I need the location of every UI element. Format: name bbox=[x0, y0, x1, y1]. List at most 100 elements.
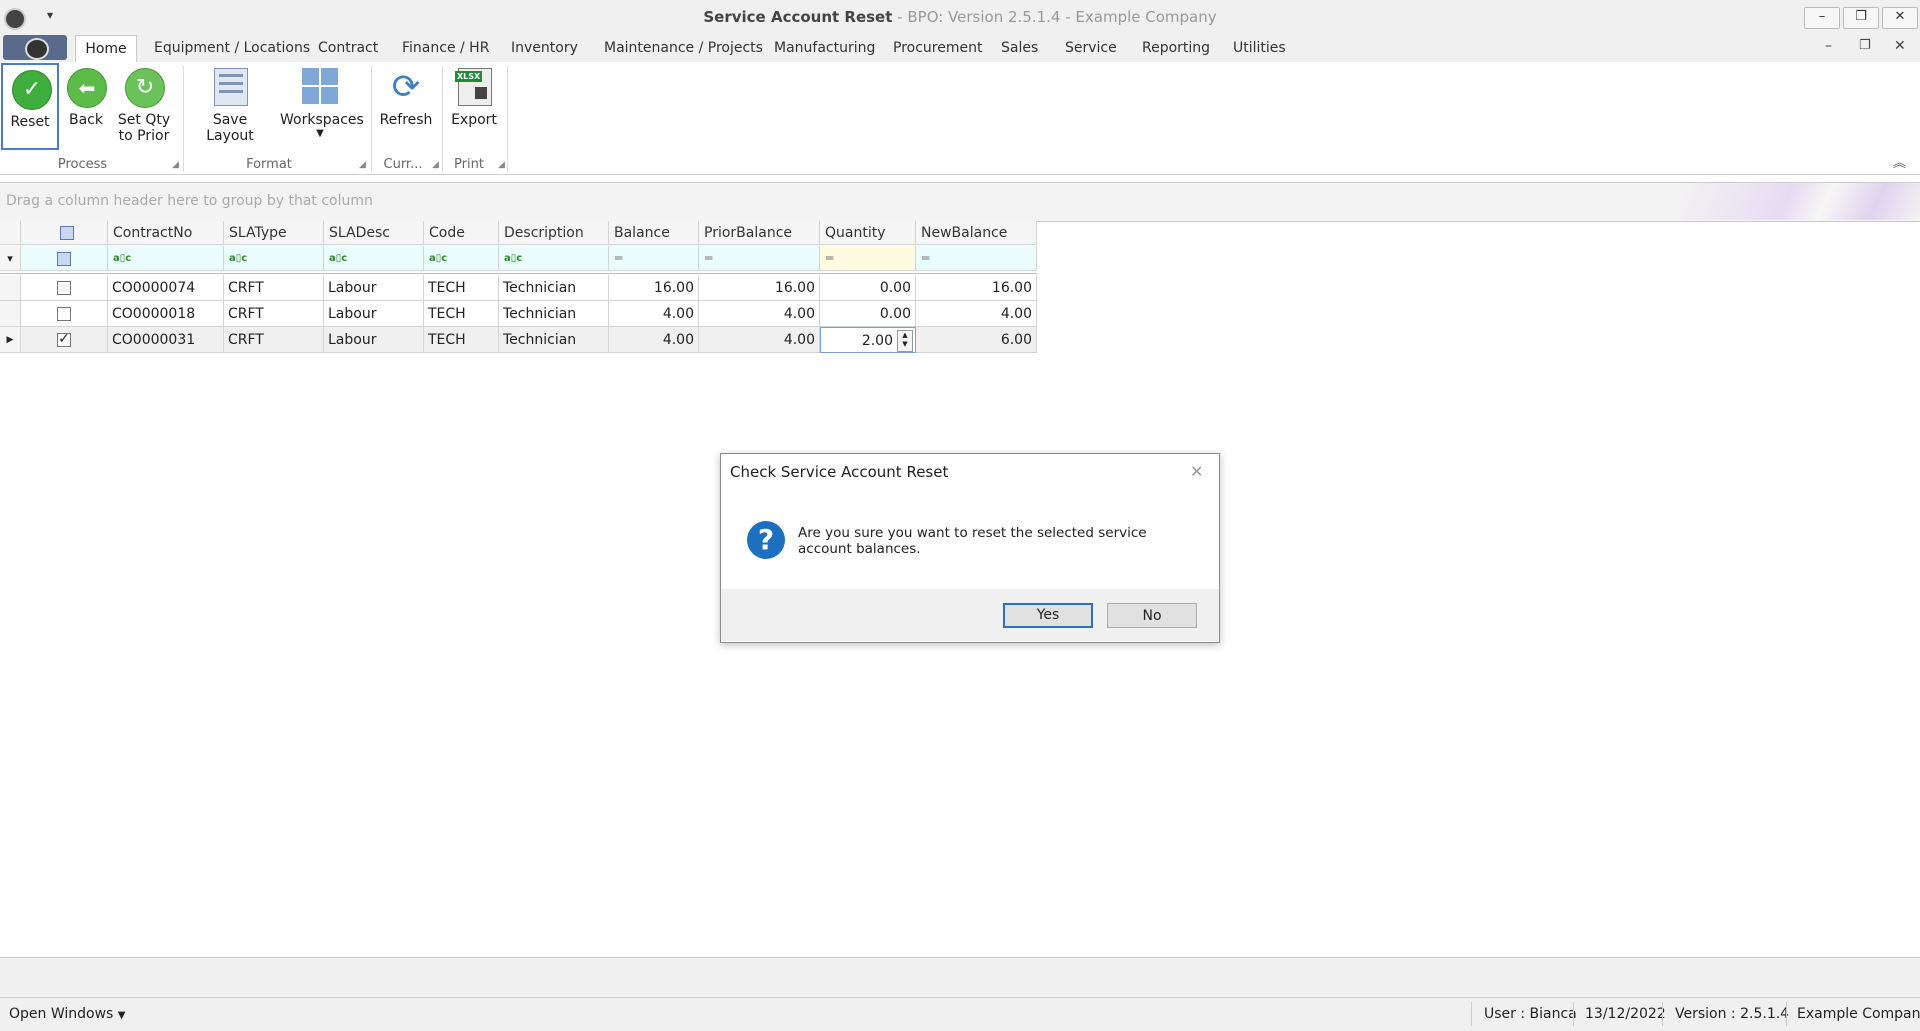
tab-reporting[interactable]: Reporting bbox=[1142, 40, 1210, 56]
cell-contractno[interactable]: CO0000018 bbox=[108, 301, 224, 327]
cell-sladesc[interactable]: Labour bbox=[324, 301, 424, 327]
no-button[interactable]: No bbox=[1107, 603, 1197, 628]
column-header-priorbalance[interactable]: PriorBalance bbox=[699, 221, 820, 245]
column-header-newbalance[interactable]: NewBalance bbox=[916, 221, 1037, 245]
print-launcher-icon[interactable]: ◢ bbox=[498, 160, 505, 170]
row-checkbox-checked[interactable]: ✓ bbox=[57, 332, 71, 347]
reset-button[interactable]: ✓ Reset bbox=[1, 63, 59, 150]
filter-description[interactable]: a▯c bbox=[499, 246, 609, 271]
column-header-slatype[interactable]: SLAType bbox=[224, 221, 324, 245]
filter-contractno[interactable]: a▯c bbox=[108, 246, 224, 271]
filter-balance[interactable]: ═ bbox=[609, 246, 699, 271]
row-checkbox-cell[interactable]: ✓ bbox=[21, 327, 108, 353]
cell-priorbalance[interactable]: 4.00 bbox=[699, 301, 820, 327]
cell-balance[interactable]: 4.00 bbox=[609, 301, 699, 327]
tab-manufacturing[interactable]: Manufacturing bbox=[774, 40, 875, 56]
restore-button[interactable]: ❐ bbox=[1843, 7, 1879, 29]
cell-slatype[interactable]: CRFT bbox=[224, 301, 324, 327]
cell-newbalance[interactable]: 4.00 bbox=[916, 301, 1037, 327]
arrow-left-icon: ⬅ bbox=[67, 68, 107, 108]
format-launcher-icon[interactable]: ◢ bbox=[359, 160, 366, 170]
filter-slatype[interactable]: a▯c bbox=[224, 246, 324, 271]
cell-sladesc[interactable]: Labour bbox=[324, 327, 424, 353]
cell-quantity[interactable]: 0.00 bbox=[820, 275, 916, 301]
dialog-close-icon[interactable]: ✕ bbox=[1190, 462, 1203, 481]
mdi-minimize-button[interactable]: – bbox=[1825, 38, 1832, 54]
minimize-button[interactable]: – bbox=[1804, 7, 1840, 29]
cell-code[interactable]: TECH bbox=[424, 327, 499, 353]
cell-sladesc[interactable]: Labour bbox=[324, 275, 424, 301]
export-button[interactable]: XLSX Export bbox=[446, 68, 502, 148]
cell-description[interactable]: Technician bbox=[499, 275, 609, 301]
workspaces-label: Workspaces bbox=[280, 112, 364, 128]
column-header-sladesc[interactable]: SLADesc bbox=[324, 221, 424, 245]
collapse-ribbon-icon[interactable]: ︽ bbox=[1893, 152, 1906, 171]
cell-balance[interactable]: 4.00 bbox=[609, 327, 699, 353]
set-qty-to-prior-button[interactable]: ↻ Set Qty to Prior bbox=[114, 68, 174, 150]
open-windows-menu[interactable]: Open Windows ▼ bbox=[9, 1006, 126, 1022]
equals-filter-icon: ═ bbox=[826, 251, 834, 265]
save-layout-button[interactable]: Save Layout bbox=[190, 68, 270, 148]
app-menu-logo-icon bbox=[25, 38, 49, 60]
cell-code[interactable]: TECH bbox=[424, 301, 499, 327]
cell-priorbalance[interactable]: 4.00 bbox=[699, 327, 820, 353]
cell-contractno[interactable]: CO0000074 bbox=[108, 275, 224, 301]
group-panel-decoration bbox=[1680, 183, 1920, 220]
tab-equipment-locations[interactable]: Equipment / Locations bbox=[154, 40, 310, 56]
cell-description[interactable]: Technician bbox=[499, 327, 609, 353]
column-header-quantity[interactable]: Quantity bbox=[820, 221, 916, 245]
row-checkbox[interactable] bbox=[57, 281, 71, 295]
process-launcher-icon[interactable]: ◢ bbox=[172, 160, 179, 170]
back-button[interactable]: ⬅ Back bbox=[64, 68, 108, 148]
spin-down-icon[interactable]: ▼ bbox=[898, 340, 912, 349]
workspaces-button[interactable]: Workspaces ▼ bbox=[280, 68, 364, 148]
row-checkbox-cell[interactable] bbox=[21, 275, 108, 301]
current-launcher-icon[interactable]: ◢ bbox=[432, 160, 439, 170]
text-filter-icon: a▯c bbox=[504, 253, 523, 264]
column-header-balance[interactable]: Balance bbox=[609, 221, 699, 245]
row-checkbox-cell[interactable] bbox=[21, 301, 108, 327]
column-header-description[interactable]: Description bbox=[499, 221, 609, 245]
cell-quantity[interactable]: 0.00 bbox=[820, 301, 916, 327]
cell-contractno[interactable]: CO0000031 bbox=[108, 327, 224, 353]
cell-newbalance[interactable]: 16.00 bbox=[916, 275, 1037, 301]
cell-description[interactable]: Technician bbox=[499, 301, 609, 327]
quantity-spin-buttons[interactable]: ▲ ▼ bbox=[897, 330, 913, 352]
column-header-contractno[interactable]: ContractNo bbox=[108, 221, 224, 245]
filter-select-cell[interactable] bbox=[21, 246, 108, 271]
cell-balance[interactable]: 16.00 bbox=[609, 275, 699, 301]
tab-inventory[interactable]: Inventory bbox=[511, 40, 578, 56]
select-all-header[interactable] bbox=[21, 221, 108, 245]
cell-priorbalance[interactable]: 16.00 bbox=[699, 275, 820, 301]
tab-contract[interactable]: Contract bbox=[318, 40, 378, 56]
column-header-code[interactable]: Code bbox=[424, 221, 499, 245]
mdi-restore-button[interactable]: ❐ bbox=[1859, 38, 1871, 53]
mdi-close-button[interactable]: ✕ bbox=[1894, 38, 1906, 54]
yes-button[interactable]: Yes bbox=[1003, 603, 1093, 628]
refresh-button[interactable]: ⟳ Refresh bbox=[376, 68, 436, 148]
filter-sladesc[interactable]: a▯c bbox=[324, 246, 424, 271]
filter-quantity[interactable]: ═ bbox=[820, 246, 916, 271]
tab-sales[interactable]: Sales bbox=[1001, 40, 1038, 56]
tab-maintenance-projects[interactable]: Maintenance / Projects bbox=[604, 40, 763, 56]
cell-slatype[interactable]: CRFT bbox=[224, 275, 324, 301]
tab-procurement[interactable]: Procurement bbox=[893, 40, 982, 56]
filter-code[interactable]: a▯c bbox=[424, 246, 499, 271]
tab-home[interactable]: Home bbox=[75, 35, 137, 63]
row-checkbox[interactable] bbox=[57, 307, 71, 321]
filter-priorbalance[interactable]: ═ bbox=[699, 246, 820, 271]
tab-utilities[interactable]: Utilities bbox=[1233, 40, 1286, 56]
select-all-checkbox-icon[interactable] bbox=[59, 226, 74, 240]
filter-checkbox-icon[interactable] bbox=[57, 252, 71, 266]
cell-code[interactable]: TECH bbox=[424, 275, 499, 301]
spin-up-icon[interactable]: ▲ bbox=[898, 331, 912, 340]
text-filter-icon: a▯c bbox=[229, 253, 248, 264]
group-label-current: Curr... bbox=[383, 157, 423, 172]
close-button[interactable]: ✕ bbox=[1882, 7, 1918, 29]
tab-service[interactable]: Service bbox=[1065, 40, 1117, 56]
filter-newbalance[interactable]: ═ bbox=[916, 246, 1037, 271]
cell-slatype[interactable]: CRFT bbox=[224, 327, 324, 353]
application-menu-button[interactable] bbox=[3, 35, 67, 60]
cell-newbalance[interactable]: 6.00 bbox=[916, 327, 1037, 353]
tab-finance-hr[interactable]: Finance / HR bbox=[402, 40, 489, 56]
